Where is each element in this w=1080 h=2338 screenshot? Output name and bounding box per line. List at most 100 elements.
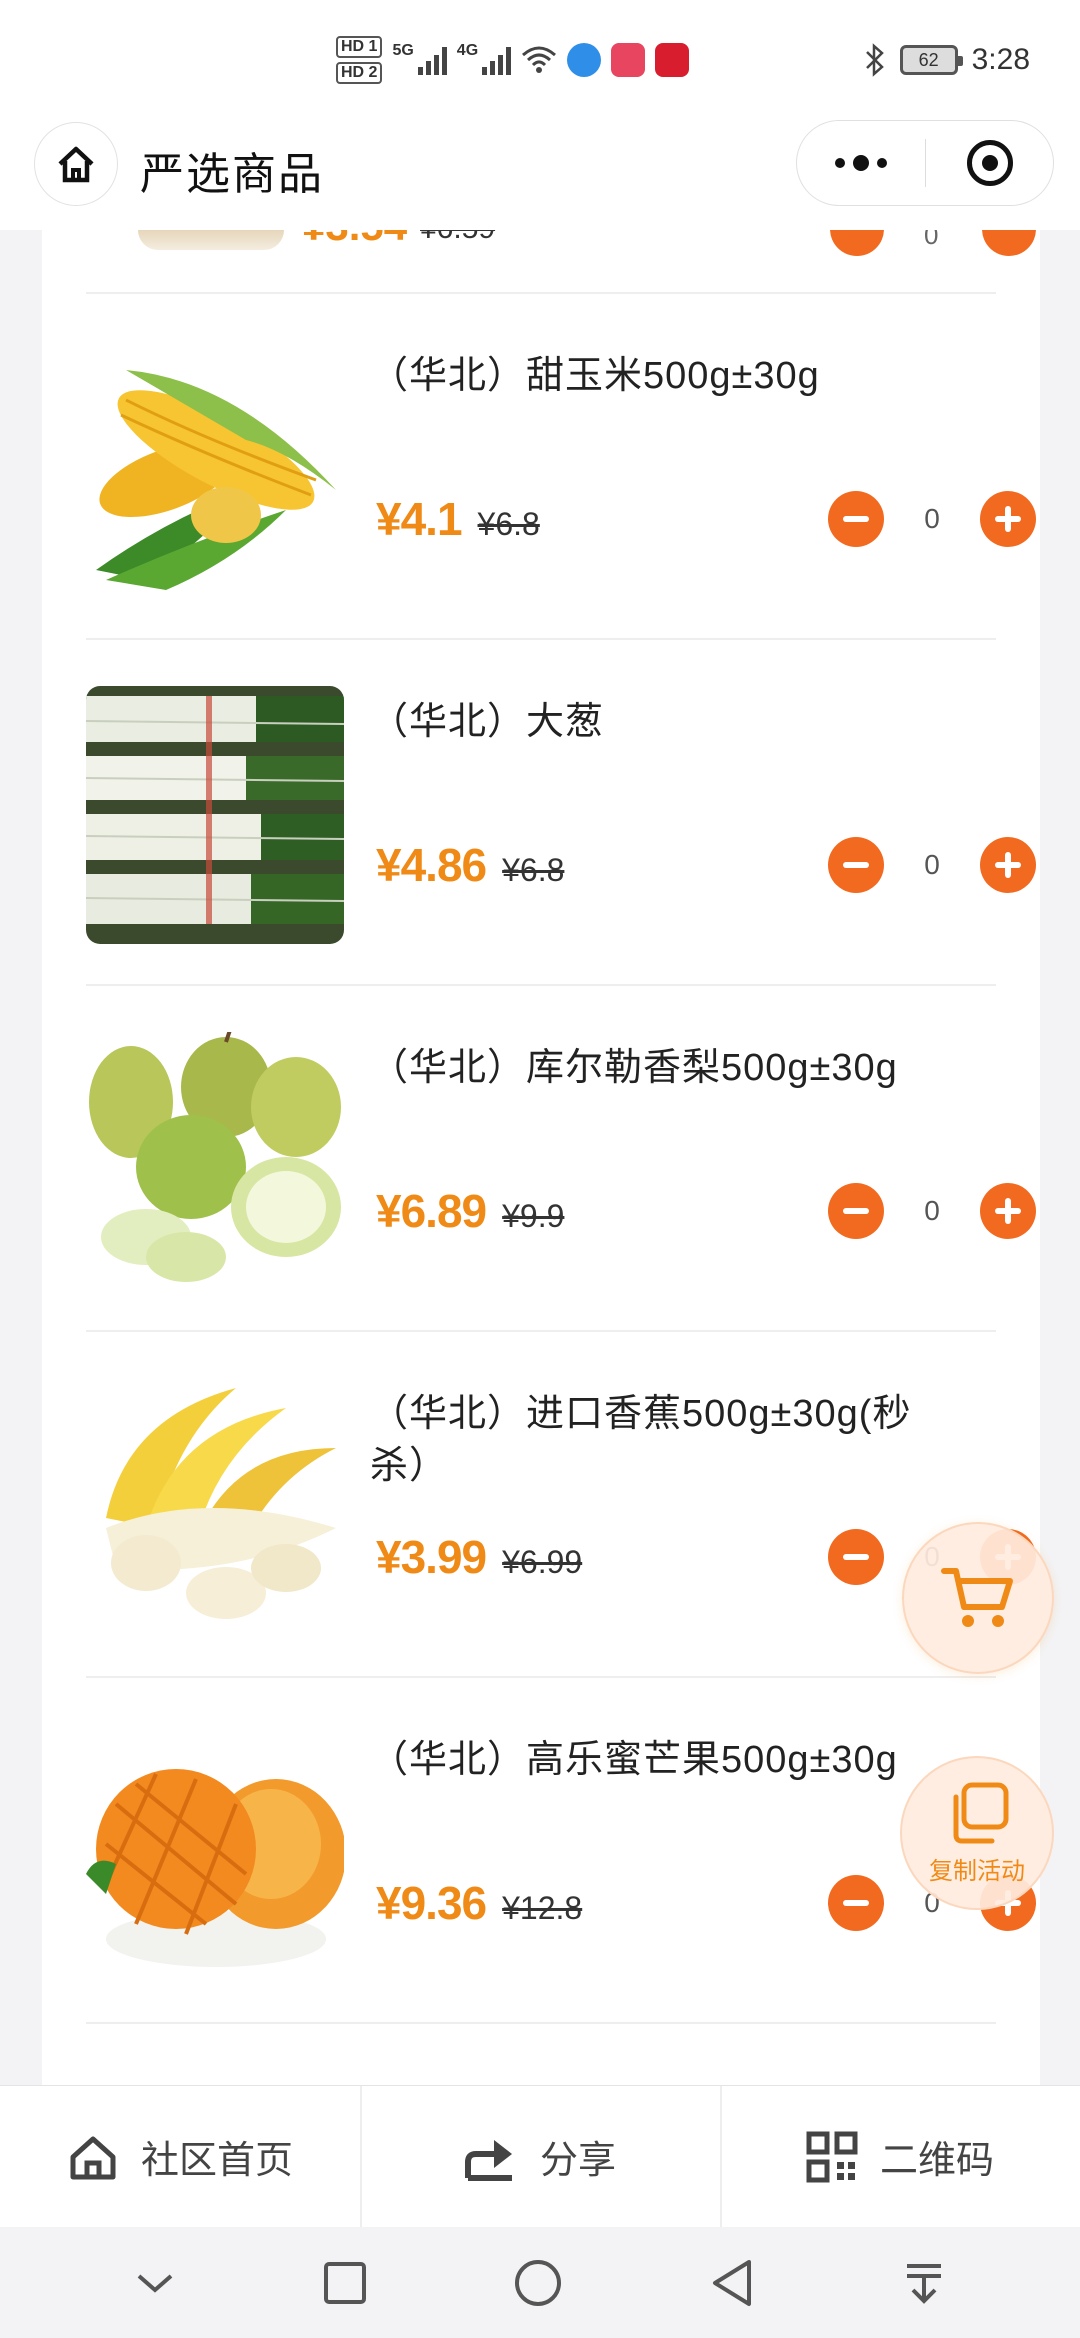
hd1-badge: HD 1 xyxy=(336,36,383,58)
corn-image[interactable] xyxy=(86,340,344,598)
quantity-value: 0 xyxy=(924,503,940,534)
increase-button[interactable] xyxy=(982,230,1036,256)
copy-icon xyxy=(953,1782,1009,1843)
list-item-partial: ¥3.54 ¥6.59 0 xyxy=(86,230,1036,294)
quantity-stepper: 0 xyxy=(828,490,1036,548)
home-icon xyxy=(70,2136,116,2179)
tab-share-label: 分享 xyxy=(539,2140,616,2182)
bluetooth-icon xyxy=(865,43,884,77)
product-name: （华北）进口香蕉500g±30g(秒杀） xyxy=(370,1393,912,1487)
more-dot-icon xyxy=(853,155,869,171)
product-item[interactable]: （华北）进口香蕉500g±30g(秒杀） ¥3.99 ¥6.99 0 xyxy=(86,1332,1036,1678)
decrease-button[interactable] xyxy=(830,230,884,256)
close-mini-program-button[interactable] xyxy=(926,140,1053,186)
product-item[interactable]: （华北）甜玉米500g±30g ¥4.1 ¥6.8 0 xyxy=(86,294,1036,640)
price-current: ¥3.54 xyxy=(302,230,407,250)
copy-activity-button[interactable]: 复制活动 xyxy=(900,1756,1054,1910)
price-original: ¥6.8 xyxy=(477,506,540,542)
decrease-button[interactable] xyxy=(828,837,884,893)
price-original: ¥6.59 xyxy=(420,230,495,246)
battery-icon: 62 xyxy=(899,45,963,75)
pear-image[interactable] xyxy=(86,1032,344,1290)
decrease-button[interactable] xyxy=(828,1183,884,1239)
back-icon[interactable] xyxy=(709,2258,755,2308)
chevron-down-icon[interactable] xyxy=(133,2268,177,2298)
bottom-bar: 社区首页 分享 二维码 xyxy=(0,2085,1080,2228)
signal-icon xyxy=(417,45,447,75)
product-item[interactable]: （华北）高乐蜜芒果500g±30g ¥9.36 ¥12.8 0 xyxy=(86,1678,1036,2024)
tab-qr-code[interactable]: 二维码 xyxy=(720,2086,1080,2228)
decrease-button[interactable] xyxy=(828,1529,884,1585)
cart-button[interactable] xyxy=(902,1522,1054,1674)
share-icon xyxy=(464,2139,512,2181)
network-5g-label: 5G xyxy=(392,42,414,59)
hd-badges: HD 1 HD 2 xyxy=(336,36,383,84)
product-image-partial xyxy=(138,230,284,250)
product-name: （华北）库尔勒香梨500g±30g xyxy=(370,1047,898,1089)
price-original: ¥6.8 xyxy=(502,852,565,888)
price-original: ¥6.99 xyxy=(502,1544,583,1580)
increase-button[interactable] xyxy=(980,1183,1036,1239)
price-line: ¥4.86 ¥6.8 xyxy=(376,838,564,892)
product-name: （华北）大葱 xyxy=(370,701,605,743)
product-name: （华北）高乐蜜芒果500g±30g xyxy=(370,1739,898,1781)
price-line: ¥9.36 ¥12.8 xyxy=(376,1876,582,1930)
price-current: ¥3.99 xyxy=(376,1531,487,1583)
recent-apps-icon[interactable] xyxy=(323,2261,367,2305)
status-right: 62 3:28 xyxy=(864,40,1030,80)
tab-community-home-label: 社区首页 xyxy=(140,2140,293,2182)
product-item[interactable]: （华北）库尔勒香梨500g±30g ¥6.89 ¥9.9 0 xyxy=(86,986,1036,1332)
price-current: ¥4.1 xyxy=(376,493,463,545)
quantity-value: 0 xyxy=(924,849,940,880)
network-4g-label: 4G xyxy=(456,42,479,59)
app-notification-icon-3 xyxy=(655,43,690,77)
quantity-value: 0 xyxy=(924,1195,940,1226)
header: 严选商品 xyxy=(0,118,1080,230)
product-list[interactable]: ¥3.54 ¥6.59 0 （华北）甜玉米500g±30g ¥4.1 ¥6.8 xyxy=(42,230,1040,2085)
app-notification-icon-1 xyxy=(567,43,602,77)
tab-share[interactable]: 分享 xyxy=(360,2086,720,2228)
quantity-stepper: 0 xyxy=(828,836,1036,894)
price-current: ¥6.89 xyxy=(376,1185,487,1237)
tab-community-home[interactable]: 社区首页 xyxy=(0,2086,360,2227)
price-line: ¥6.89 ¥9.9 xyxy=(376,1184,564,1238)
copy-activity-label: 复制活动 xyxy=(929,1857,1025,1885)
tab-qr-code-label: 二维码 xyxy=(879,2140,994,2182)
home-button[interactable] xyxy=(34,122,118,206)
qr-code-icon xyxy=(806,2131,858,2182)
quantity-value: 0 xyxy=(924,230,939,250)
decrease-button[interactable] xyxy=(828,1875,884,1931)
more-dot-icon xyxy=(877,158,887,168)
mini-program-capsule xyxy=(796,120,1054,206)
price-line: ¥3.99 ¥6.99 xyxy=(376,1530,582,1584)
product-name: （华北）甜玉米500g±30g xyxy=(370,355,820,397)
home-icon xyxy=(58,146,94,183)
price-original: ¥9.9 xyxy=(502,1198,565,1234)
price-original: ¥12.8 xyxy=(502,1890,583,1926)
product-item[interactable]: （华北）大葱 ¥4.86 ¥6.8 0 xyxy=(86,640,1036,986)
status-bar: HD 1 HD 2 5G 4G 62 3:28 xyxy=(0,0,1080,118)
wifi-icon xyxy=(522,46,557,73)
scallion-image[interactable] xyxy=(86,686,344,944)
price-current: ¥9.36 xyxy=(376,1877,487,1929)
clock: 3:28 xyxy=(971,43,1030,76)
signal-icon-2 xyxy=(482,45,512,75)
price-current: ¥4.86 xyxy=(376,839,487,891)
page-title: 严选商品 xyxy=(140,150,324,199)
system-navigation-bar xyxy=(0,2227,1080,2338)
hd2-badge: HD 2 xyxy=(336,62,383,84)
notification-pulldown-icon[interactable] xyxy=(901,2260,947,2306)
decrease-button[interactable] xyxy=(828,491,884,547)
increase-button[interactable] xyxy=(980,837,1036,893)
more-dot-icon xyxy=(835,158,845,168)
battery-level: 62 xyxy=(918,49,939,70)
price-line: ¥4.1 ¥6.8 xyxy=(376,492,540,546)
home-circle-icon[interactable] xyxy=(513,2258,563,2308)
more-button[interactable] xyxy=(797,121,925,205)
cart-icon xyxy=(941,1568,1013,1627)
quantity-stepper: 0 xyxy=(828,1182,1036,1240)
mango-image[interactable] xyxy=(86,1724,344,1982)
banana-image[interactable] xyxy=(86,1378,344,1636)
target-icon xyxy=(966,140,1013,186)
increase-button[interactable] xyxy=(980,491,1036,547)
